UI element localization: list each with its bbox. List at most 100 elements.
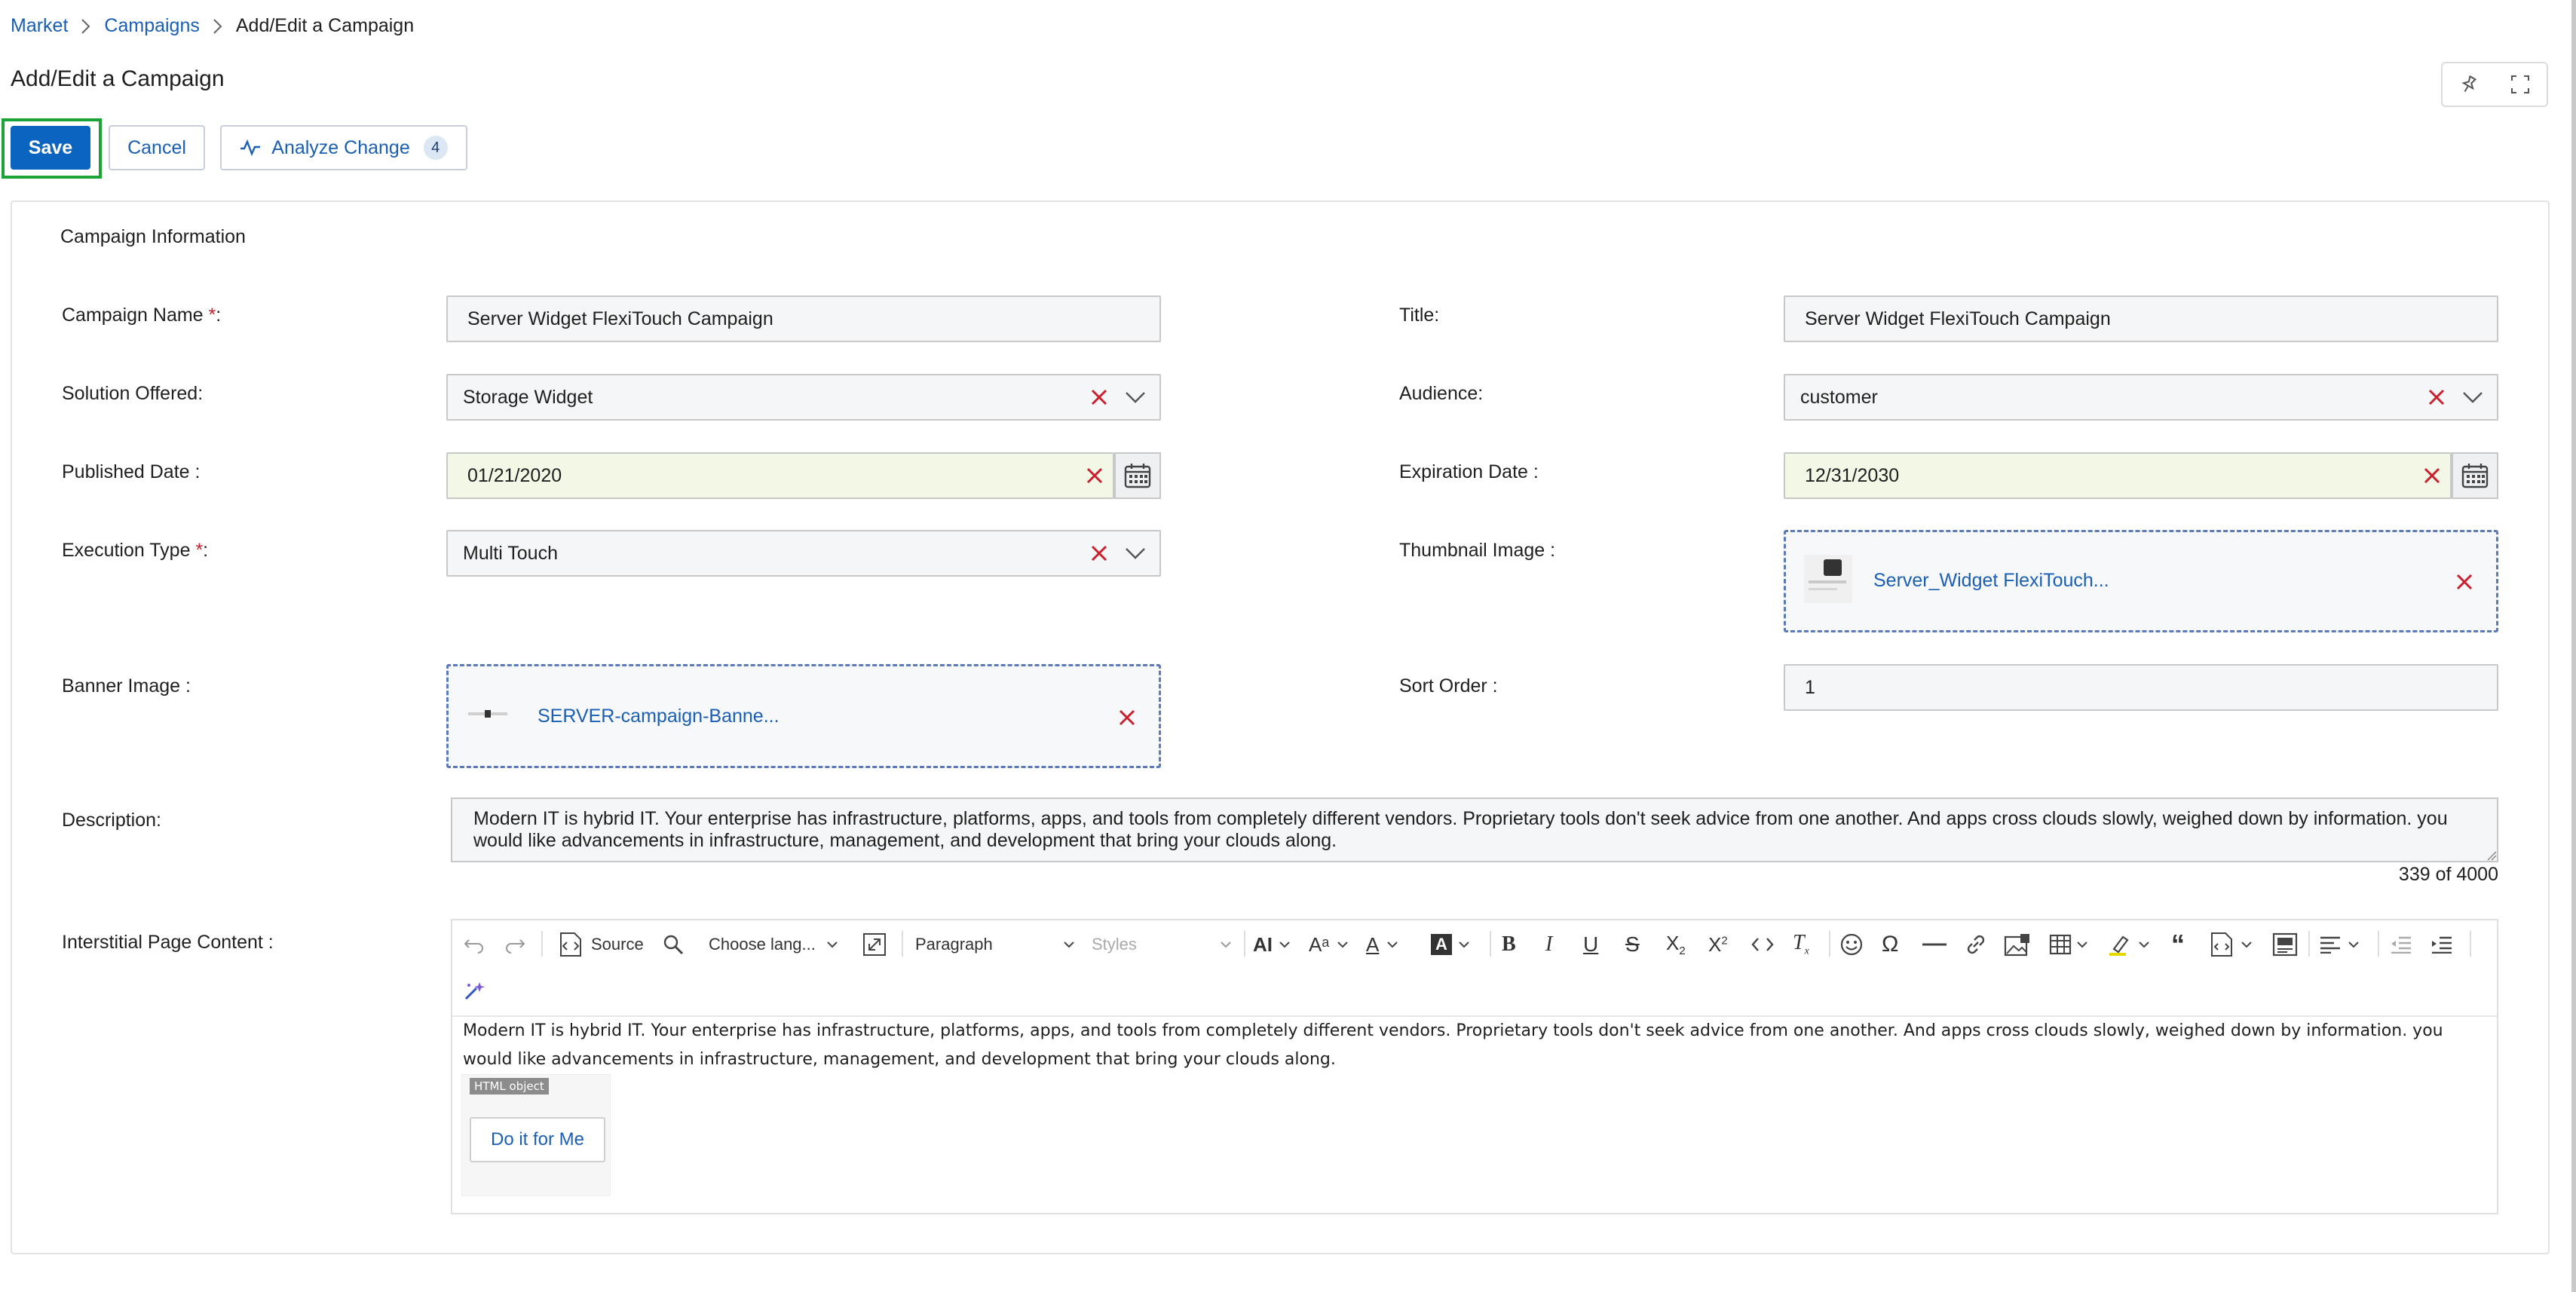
chevron-down-icon bbox=[1221, 941, 1231, 948]
clear-icon[interactable] bbox=[1090, 388, 1108, 406]
ai-assist-button[interactable] bbox=[463, 976, 487, 1006]
calendar-icon bbox=[1124, 464, 1151, 488]
audience-select[interactable]: customer bbox=[1784, 374, 2498, 421]
blockquote-button[interactable]: “ bbox=[2171, 929, 2185, 960]
page-scrollbar[interactable] bbox=[2571, 0, 2576, 1292]
chevron-down-icon bbox=[2139, 941, 2149, 948]
clear-icon[interactable] bbox=[1086, 467, 1104, 485]
analyze-change-button[interactable]: Analyze Change 4 bbox=[220, 125, 467, 170]
background-color-button[interactable]: A bbox=[1431, 929, 1470, 960]
solution-offered-select[interactable]: Storage Widget bbox=[446, 374, 1161, 421]
insert-table-button[interactable] bbox=[2049, 929, 2088, 960]
rich-text-editor[interactable]: Source Choose lang... Paragraph Styles A… bbox=[451, 919, 2498, 1214]
font-color-button[interactable]: A bbox=[1366, 929, 1398, 960]
styles-dropdown[interactable]: Styles bbox=[1092, 929, 1235, 960]
paragraph-format-dropdown[interactable]: Paragraph bbox=[915, 929, 1077, 960]
thumbnail-image-dropzone[interactable]: Server_Widget FlexiTouch... bbox=[1784, 530, 2498, 632]
redo-button[interactable] bbox=[504, 929, 526, 960]
language-dropdown[interactable]: Choose lang... bbox=[709, 929, 849, 960]
chevron-down-icon bbox=[1279, 941, 1290, 948]
image-icon bbox=[2004, 934, 2029, 957]
banner-file-link[interactable]: SERVER-campaign-Banne... bbox=[538, 706, 780, 727]
published-date-input[interactable]: 01/21/2020 bbox=[446, 452, 1114, 499]
campaign-name-input[interactable]: Server Widget FlexiTouch Campaign bbox=[446, 295, 1161, 342]
pin-button[interactable] bbox=[2441, 62, 2497, 107]
bold-icon: B bbox=[1502, 932, 1516, 956]
source-button[interactable]: Source bbox=[558, 929, 644, 960]
special-characters-button[interactable]: Ω bbox=[1882, 929, 1898, 960]
remove-format-button[interactable]: Tx bbox=[1793, 929, 1809, 960]
remove-file-icon[interactable] bbox=[2455, 573, 2473, 591]
cancel-button[interactable]: Cancel bbox=[109, 125, 205, 170]
clear-icon[interactable] bbox=[1090, 544, 1108, 562]
align-left-icon bbox=[2320, 936, 2340, 954]
fullscreen-button[interactable] bbox=[2494, 62, 2548, 107]
font-size-button[interactable]: AI bbox=[1253, 929, 1291, 960]
editor-content[interactable]: Modern IT is hybrid IT. Your enterprise … bbox=[463, 1017, 2483, 1074]
chevron-down-icon[interactable] bbox=[2462, 390, 2483, 404]
thumbnail-image-label: Thumbnail Image : bbox=[1399, 540, 1556, 561]
expiration-date-calendar-button[interactable] bbox=[2452, 452, 2498, 499]
maximize-icon bbox=[863, 933, 886, 956]
sort-order-input[interactable]: 1 bbox=[1784, 664, 2498, 711]
audience-label: Audience: bbox=[1399, 383, 1484, 404]
editor-toolbar: Source Choose lang... Paragraph Styles A… bbox=[452, 920, 2497, 1017]
link-button[interactable] bbox=[1965, 929, 1987, 960]
font-family-button[interactable]: Aᵃ bbox=[1309, 929, 1349, 960]
undo-icon bbox=[464, 939, 483, 954]
title-input[interactable]: Server Widget FlexiTouch Campaign bbox=[1784, 295, 2498, 342]
execution-type-label: Execution Type *: bbox=[62, 540, 209, 561]
emoji-button[interactable] bbox=[1839, 929, 1864, 960]
resize-handle-icon[interactable] bbox=[2486, 850, 2497, 861]
published-date-label: Published Date : bbox=[62, 461, 201, 482]
chevron-down-icon bbox=[1459, 941, 1469, 948]
published-date-calendar-button[interactable] bbox=[1114, 452, 1161, 499]
chevron-down-icon[interactable] bbox=[1125, 546, 1146, 560]
thumbnail-file-link[interactable]: Server_Widget FlexiTouch... bbox=[1873, 570, 2109, 592]
banner-image-label: Banner Image : bbox=[62, 675, 191, 697]
analyze-change-label: Analyze Change bbox=[271, 136, 410, 158]
outdent-button[interactable] bbox=[2390, 929, 2412, 960]
fullscreen-editor-button[interactable] bbox=[862, 929, 887, 960]
quote-icon: “ bbox=[2171, 929, 2185, 960]
undo-button[interactable] bbox=[463, 929, 485, 960]
calendar-icon bbox=[2461, 464, 2489, 488]
highlight-button[interactable] bbox=[2108, 929, 2150, 960]
breadcrumb-market[interactable]: Market bbox=[11, 15, 68, 37]
italic-button[interactable]: I bbox=[1545, 929, 1552, 960]
execution-type-select[interactable]: Multi Touch bbox=[446, 530, 1161, 577]
execution-type-value: Multi Touch bbox=[463, 542, 558, 564]
section-title: Campaign Information bbox=[60, 226, 246, 247]
subscript-button[interactable]: X2 bbox=[1666, 929, 1686, 960]
banner-image-dropzone[interactable]: SERVER-campaign-Banne... bbox=[446, 664, 1161, 768]
underline-button[interactable]: U bbox=[1583, 929, 1598, 960]
insert-html-button[interactable] bbox=[2209, 929, 2253, 960]
indent-button[interactable] bbox=[2431, 929, 2453, 960]
clear-icon[interactable] bbox=[2423, 467, 2441, 485]
text-align-button[interactable] bbox=[2319, 929, 2360, 960]
remove-file-icon[interactable] bbox=[1118, 709, 1136, 727]
strikethrough-icon: S bbox=[1625, 932, 1640, 956]
expiration-date-input[interactable]: 12/31/2030 bbox=[1784, 452, 2452, 499]
bold-button[interactable]: B bbox=[1502, 929, 1516, 960]
superscript-button[interactable]: X2 bbox=[1708, 929, 1728, 960]
horizontal-line-button[interactable] bbox=[1922, 929, 1947, 960]
omega-icon: Ω bbox=[1882, 932, 1899, 957]
strikethrough-button[interactable]: S bbox=[1625, 929, 1640, 960]
pin-icon bbox=[2461, 75, 2477, 93]
title-label: Title: bbox=[1399, 305, 1440, 326]
description-textarea[interactable]: Modern IT is hybrid IT. Your enterprise … bbox=[451, 798, 2498, 862]
insert-image-button[interactable] bbox=[2004, 929, 2031, 960]
clear-icon[interactable] bbox=[2427, 388, 2446, 406]
code-button[interactable] bbox=[1751, 929, 1775, 960]
do-it-for-me-button[interactable]: Do it for Me bbox=[470, 1117, 605, 1162]
chevron-down-icon bbox=[1387, 941, 1398, 948]
find-replace-button[interactable] bbox=[660, 929, 685, 960]
breadcrumb-campaigns[interactable]: Campaigns bbox=[104, 15, 199, 37]
save-button[interactable]: Save bbox=[11, 126, 90, 170]
chevron-down-icon[interactable] bbox=[1125, 390, 1146, 404]
media-embed-button[interactable] bbox=[2272, 929, 2298, 960]
html-object-widget[interactable]: HTML object Do it for Me bbox=[461, 1074, 611, 1196]
expand-icon bbox=[2511, 75, 2529, 93]
background-color-icon: A bbox=[1431, 934, 1452, 955]
